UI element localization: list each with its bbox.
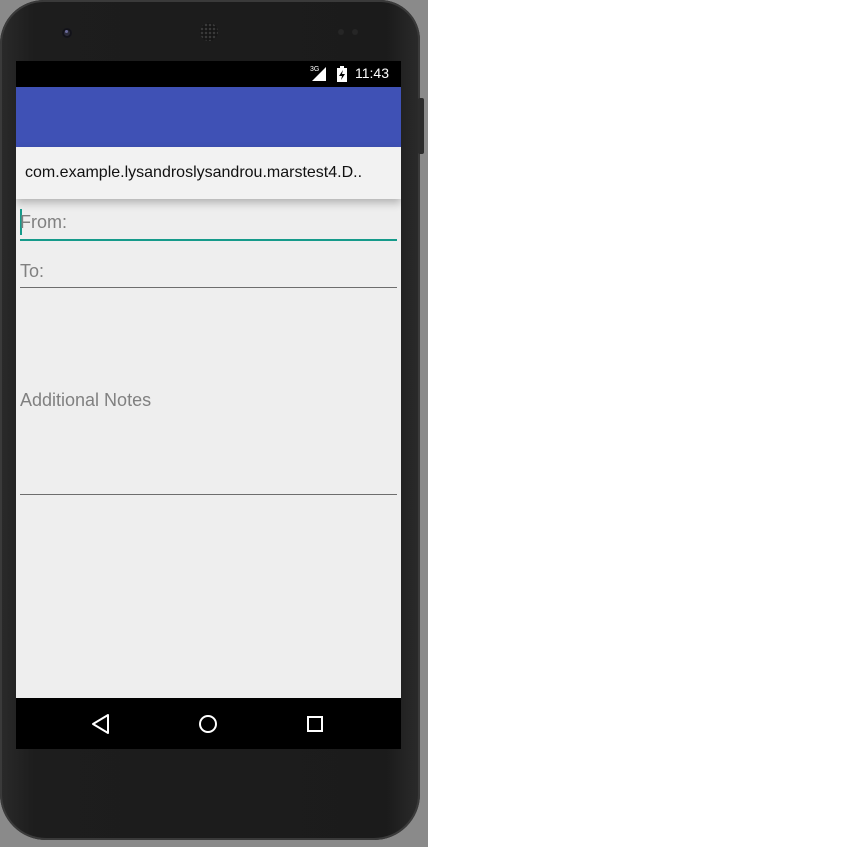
to-placeholder: To:	[20, 261, 45, 281]
notes-underline	[20, 494, 397, 495]
additional-notes-field[interactable]: Additional Notes	[20, 296, 397, 496]
title-dropdown[interactable]: com.example.lysandroslysandrou.marstest4…	[16, 147, 401, 199]
from-underline	[20, 239, 397, 241]
recents-icon[interactable]	[302, 711, 328, 737]
phone-screen: 3G 11:43 com.example.lysandroslysandrou.…	[16, 61, 401, 749]
navigation-bar	[16, 698, 401, 749]
notes-placeholder: Additional Notes	[20, 390, 152, 410]
to-field[interactable]: To:	[20, 259, 397, 291]
sensor-dot	[338, 29, 344, 35]
power-button[interactable]	[418, 98, 424, 154]
app-bar	[16, 87, 401, 147]
from-placeholder: From:	[20, 212, 67, 232]
clock: 11:43	[355, 65, 389, 81]
camera-icon	[62, 28, 72, 38]
battery-charging-icon	[337, 66, 347, 82]
from-field[interactable]: From:	[20, 209, 397, 243]
speaker-grille	[200, 23, 218, 41]
back-icon[interactable]	[88, 711, 114, 737]
status-bar: 3G 11:43	[16, 61, 401, 87]
title-dropdown-text: com.example.lysandroslysandrou.marstest4…	[25, 164, 363, 181]
home-icon[interactable]	[195, 711, 221, 737]
signal-icon	[312, 67, 326, 81]
sensor-dot	[352, 29, 358, 35]
to-underline	[20, 287, 397, 288]
